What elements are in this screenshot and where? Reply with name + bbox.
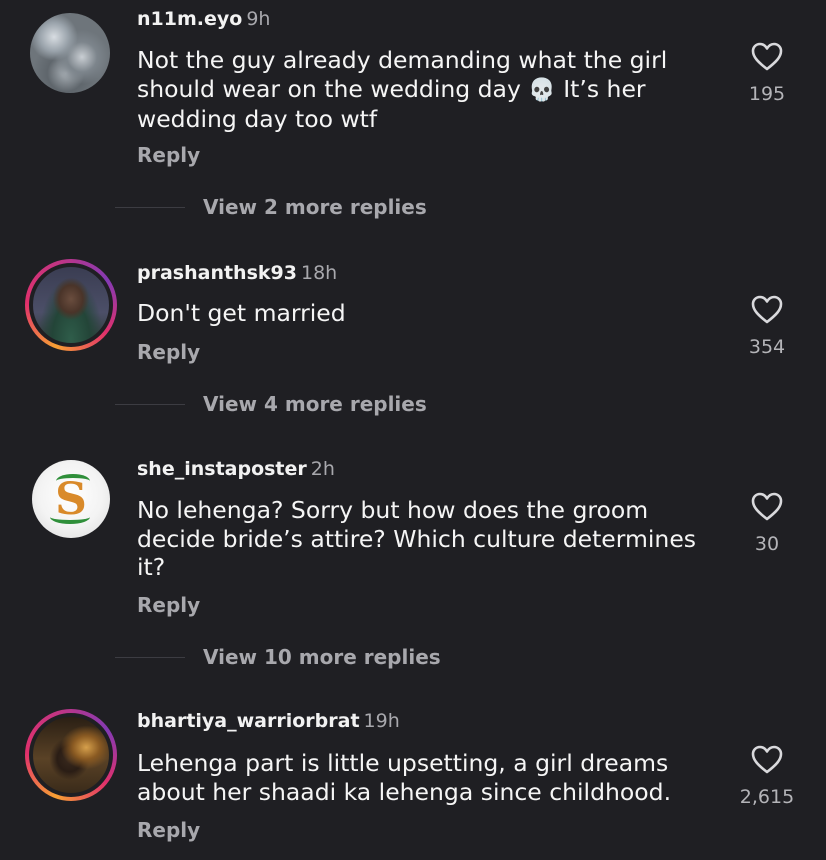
comment-meta: bhartiya_warriorbrat 19h: [137, 710, 400, 732]
like-button[interactable]: 195: [738, 42, 796, 105]
like-button[interactable]: 2,615: [738, 745, 796, 808]
comment-text: Not the guy already demanding what the g…: [137, 46, 668, 133]
like-count: 195: [748, 83, 786, 105]
heart-outline-icon[interactable]: [751, 745, 783, 774]
username[interactable]: bhartiya_warriorbrat: [137, 710, 360, 732]
avatar-image: [29, 713, 113, 797]
avatar[interactable]: [25, 709, 117, 801]
timestamp: 2h: [310, 458, 335, 480]
like-count: 30: [754, 533, 780, 555]
username[interactable]: n11m.eyo: [137, 8, 242, 30]
avatar[interactable]: S: [32, 460, 110, 538]
reply-button[interactable]: Reply: [137, 818, 200, 842]
divider-line: [115, 657, 185, 658]
divider-line: [115, 207, 185, 208]
username[interactable]: prashanthsk93: [137, 262, 297, 284]
avatar-image: [29, 263, 113, 347]
username[interactable]: she_instaposter: [137, 458, 307, 480]
avatar[interactable]: [25, 259, 117, 351]
avatar[interactable]: [30, 13, 110, 93]
avatar-image: [30, 13, 110, 93]
reply-button[interactable]: Reply: [137, 593, 200, 617]
heart-outline-icon[interactable]: [751, 42, 783, 71]
reply-button[interactable]: Reply: [137, 340, 200, 364]
timestamp: 9h: [246, 8, 271, 30]
like-button[interactable]: 354: [738, 295, 796, 358]
comment-text: No lehenga? Sorry but how does the groom…: [137, 496, 697, 581]
comment-meta: prashanthsk93 18h: [137, 262, 337, 284]
divider-line: [115, 404, 185, 405]
like-count: 2,615: [739, 786, 795, 808]
comment-text: Lehenga part is little upsetting, a girl…: [137, 749, 672, 806]
timestamp: 18h: [300, 262, 338, 284]
reply-button[interactable]: Reply: [137, 143, 200, 167]
heart-outline-icon[interactable]: [751, 492, 783, 521]
heart-outline-icon[interactable]: [751, 295, 783, 324]
view-more-replies-label[interactable]: View 4 more replies: [203, 392, 427, 416]
like-count: 354: [748, 336, 786, 358]
logo-swoosh-bottom: [50, 510, 90, 524]
view-more-replies-label[interactable]: View 2 more replies: [203, 195, 427, 219]
timestamp: 19h: [363, 710, 400, 732]
comment-meta: n11m.eyo 9h: [137, 8, 270, 30]
comment-text: Don't get married: [137, 299, 346, 327]
like-button[interactable]: 30: [738, 492, 796, 555]
skull-emoji: 💀: [528, 77, 556, 103]
avatar-image: S: [32, 460, 110, 538]
view-more-replies-label[interactable]: View 10 more replies: [203, 645, 441, 669]
comment-meta: she_instaposter 2h: [137, 458, 335, 480]
